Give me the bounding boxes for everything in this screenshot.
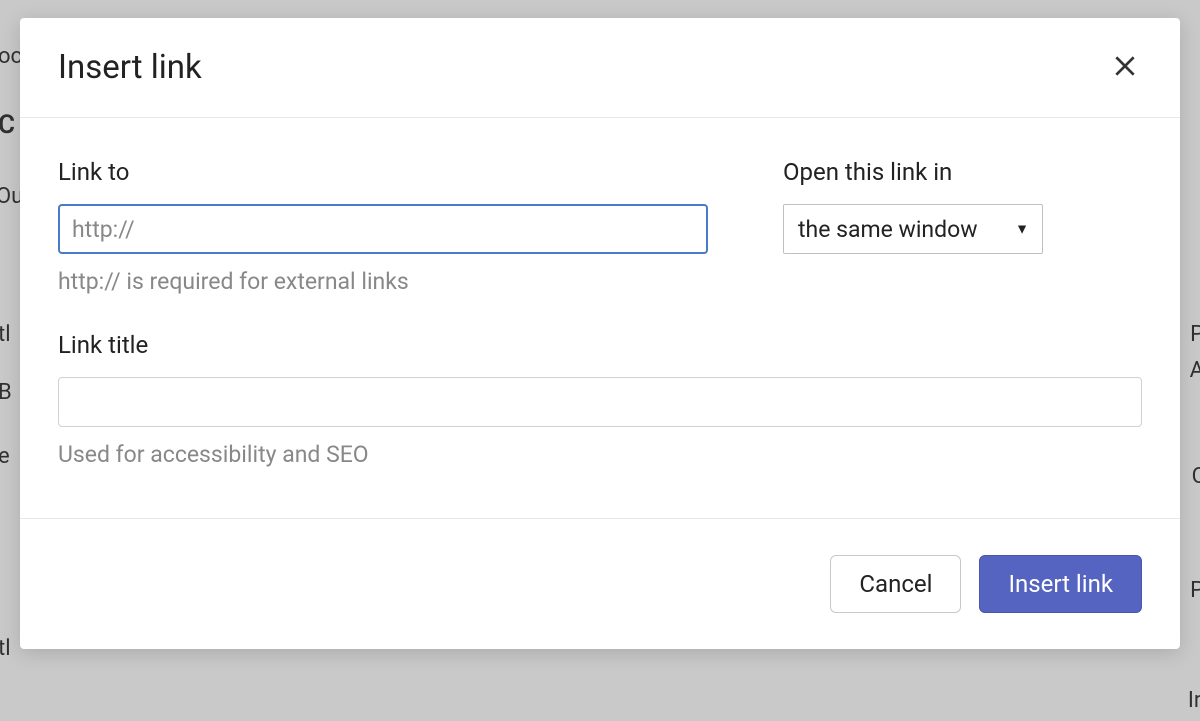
link-to-label: Link to — [58, 158, 708, 186]
modal-footer: Cancel Insert link — [20, 518, 1180, 649]
link-title-group: Link title Used for accessibility and SE… — [58, 331, 1142, 468]
insert-link-modal: Insert link Link to http:// is required … — [20, 18, 1180, 649]
modal-body: Link to http:// is required for external… — [20, 118, 1180, 518]
modal-overlay: Insert link Link to http:// is required … — [0, 0, 1200, 721]
close-button[interactable] — [1108, 49, 1142, 86]
open-in-select-wrapper: the same window ▼ — [783, 204, 1043, 254]
open-in-label: Open this link in — [783, 158, 1043, 186]
form-row: Link to http:// is required for external… — [58, 158, 1142, 295]
cancel-button[interactable]: Cancel — [830, 555, 961, 613]
close-icon — [1112, 53, 1138, 82]
link-to-help: http:// is required for external links — [58, 268, 708, 295]
link-to-input[interactable] — [58, 204, 708, 254]
link-title-help: Used for accessibility and SEO — [58, 441, 1142, 468]
link-title-input[interactable] — [58, 377, 1142, 427]
insert-link-button[interactable]: Insert link — [979, 555, 1142, 613]
link-title-label: Link title — [58, 331, 1142, 359]
modal-header: Insert link — [20, 18, 1180, 118]
modal-title: Insert link — [58, 48, 202, 87]
open-in-group: Open this link in the same window ▼ — [783, 158, 1043, 295]
open-in-select[interactable]: the same window — [783, 204, 1043, 254]
link-to-group: Link to http:// is required for external… — [58, 158, 708, 295]
